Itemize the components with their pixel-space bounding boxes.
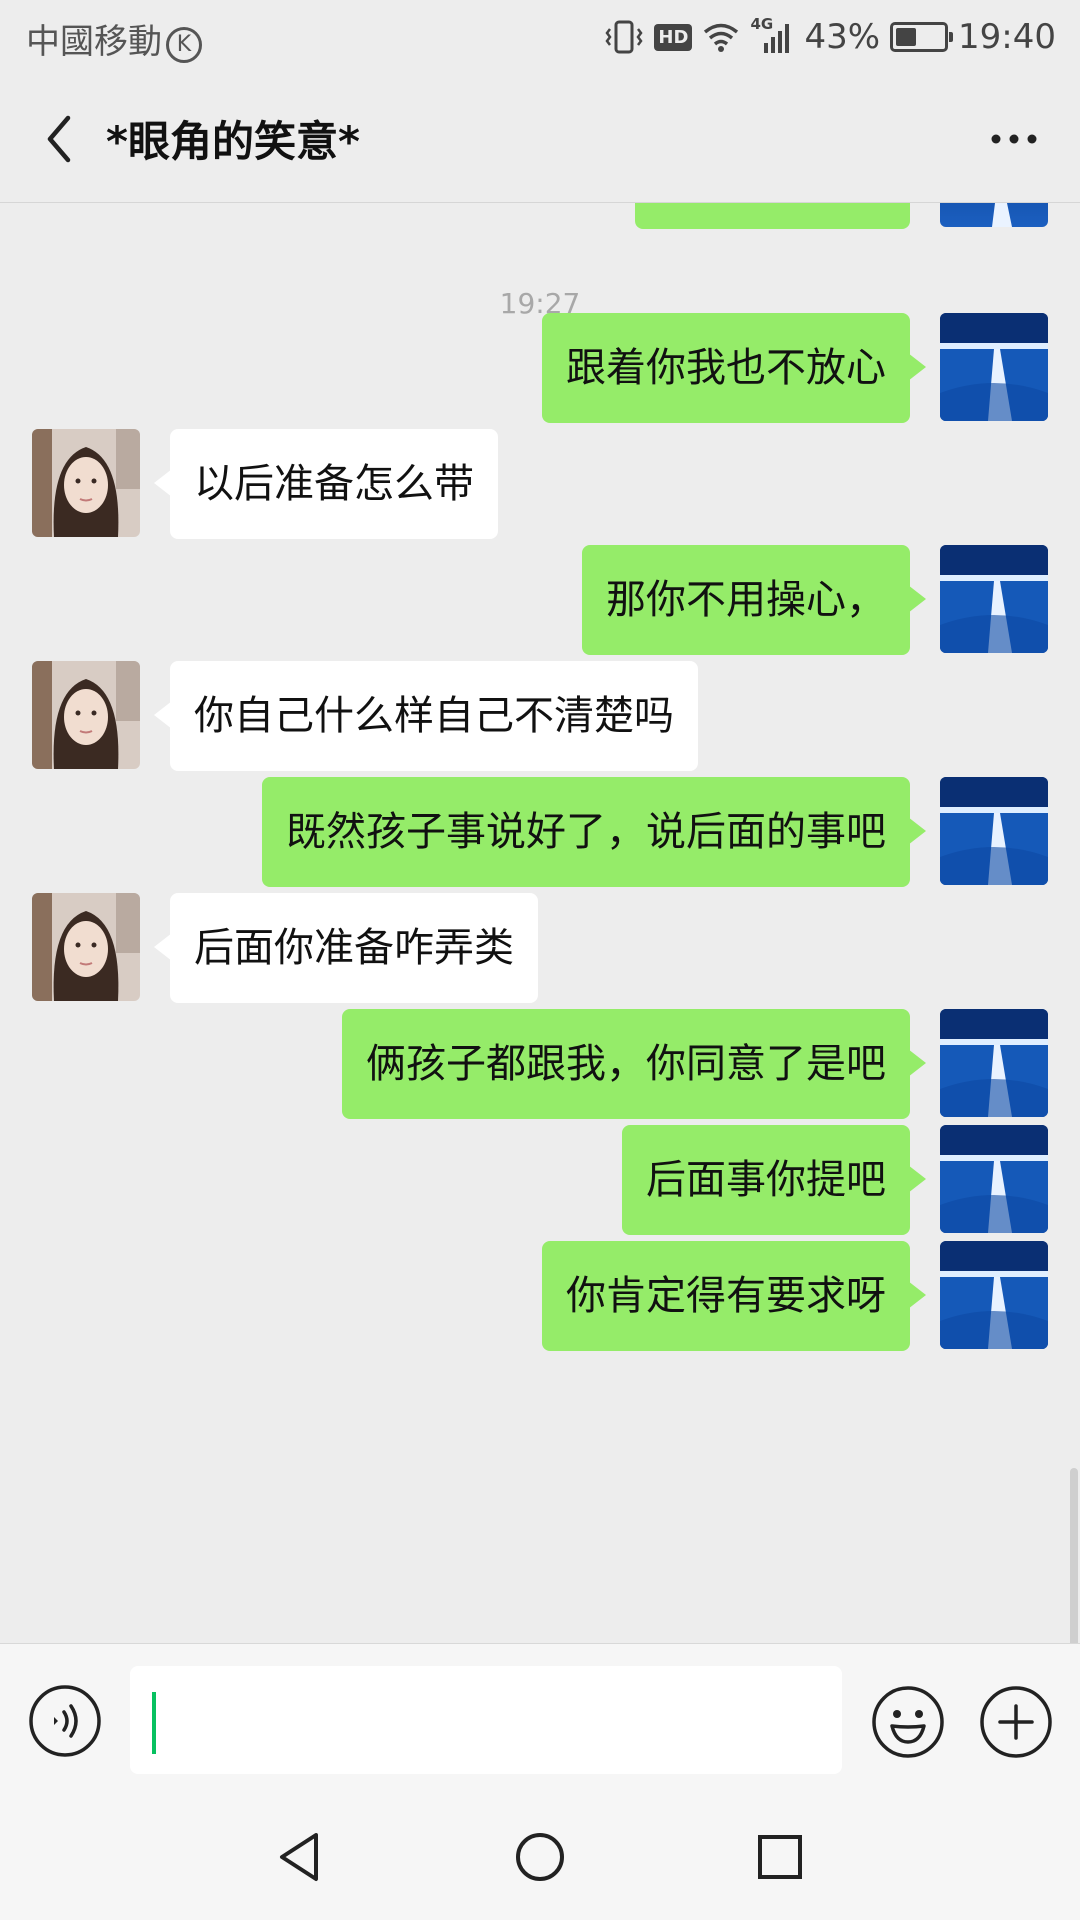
sent-message-row: 那你不用操心， — [0, 545, 1080, 655]
received-message-row: 以后准备怎么带 — [0, 429, 1080, 539]
message-input[interactable] — [130, 1666, 842, 1774]
emoji-icon[interactable] — [870, 1684, 946, 1760]
chat-header: *眼角的笑意* — [0, 74, 1080, 203]
battery-fill — [896, 28, 917, 46]
scrollbar[interactable] — [1070, 1468, 1078, 1643]
carrier-label: 中國移動 K — [26, 14, 202, 63]
nav-home-icon[interactable] — [512, 1827, 568, 1887]
message-bubble[interactable]: 那你不用操心， — [582, 545, 926, 655]
chat-title: *眼角的笑意* — [106, 117, 360, 166]
contact-avatar[interactable] — [32, 429, 140, 537]
message-bubble[interactable]: 后面事你提吧 — [622, 1125, 926, 1235]
contact-avatar[interactable] — [32, 893, 140, 1001]
my-avatar-partial[interactable] — [940, 203, 1048, 227]
signal-icon — [764, 24, 790, 53]
carrier-name: 中國移動 — [26, 22, 162, 62]
clock: 19:40 — [958, 17, 1056, 57]
voice-icon[interactable] — [28, 1684, 102, 1758]
sent-message-row: 后面事你提吧 — [0, 1125, 1080, 1235]
carrier-badge-icon: K — [166, 27, 202, 63]
my-avatar[interactable] — [940, 545, 1048, 653]
text-cursor — [152, 1692, 156, 1754]
sent-message-row: 既然孩子事说好了，说后面的事吧 — [0, 777, 1080, 887]
plus-icon[interactable] — [978, 1684, 1054, 1760]
wifi-icon — [704, 23, 739, 52]
message-bubble[interactable]: 既然孩子事说好了，说后面的事吧 — [262, 777, 926, 887]
message-bubble[interactable]: 俩孩子都跟我，你同意了是吧 — [342, 1009, 926, 1119]
sent-message-row: 俩孩子都跟我，你同意了是吧 — [0, 1009, 1080, 1119]
message-bubble[interactable]: 跟着你我也不放心 — [542, 313, 926, 423]
message-bubble[interactable]: 以后准备怎么带 — [154, 429, 498, 539]
signal-group: 4G — [750, 15, 794, 55]
vibrate-icon — [605, 20, 643, 54]
message-bubble[interactable]: 你肯定得有要求呀 — [542, 1241, 926, 1351]
my-avatar[interactable] — [940, 313, 1048, 421]
battery-icon — [890, 22, 954, 52]
message-bubble[interactable]: 后面你准备咋弄类 — [154, 893, 538, 1003]
my-avatar[interactable] — [940, 1009, 1048, 1117]
my-avatar[interactable] — [940, 777, 1048, 885]
battery-percent: 43% — [804, 17, 881, 57]
message-bubble[interactable]: 你自己什么样自己不清楚吗 — [154, 661, 698, 771]
nav-back-icon[interactable] — [272, 1827, 328, 1887]
chat-screen: 中國移動 K HD 4G 43% 19:40 *眼角的笑意* 19:27 跟着你… — [0, 0, 1080, 1920]
system-nav-bar — [0, 1795, 1080, 1920]
nav-recent-icon[interactable] — [752, 1827, 808, 1887]
message-list[interactable]: 19:27 跟着你我也不放心 以后准备怎么带 那你不用操心， 你自己什么样自己不清楚吗… — [0, 203, 1080, 1643]
contact-avatar[interactable] — [32, 661, 140, 769]
received-message-row: 后面你准备咋弄类 — [0, 893, 1080, 1003]
status-icons: HD 4G 43% 19:40 — [604, 14, 1056, 60]
message-bubble-partial[interactable] — [635, 203, 910, 229]
sent-message-row: 跟着你我也不放心 — [0, 313, 1080, 423]
status-bar: 中國移動 K HD 4G 43% 19:40 — [0, 0, 1080, 74]
chevron-left-icon[interactable] — [30, 104, 90, 174]
sent-message-row: 你肯定得有要求呀 — [0, 1241, 1080, 1351]
my-avatar[interactable] — [940, 1241, 1048, 1349]
received-message-row: 你自己什么样自己不清楚吗 — [0, 661, 1080, 771]
hd-badge: HD — [654, 23, 693, 51]
more-dots-icon[interactable] — [984, 114, 1044, 164]
my-avatar[interactable] — [940, 1125, 1048, 1233]
input-bar — [0, 1643, 1080, 1796]
